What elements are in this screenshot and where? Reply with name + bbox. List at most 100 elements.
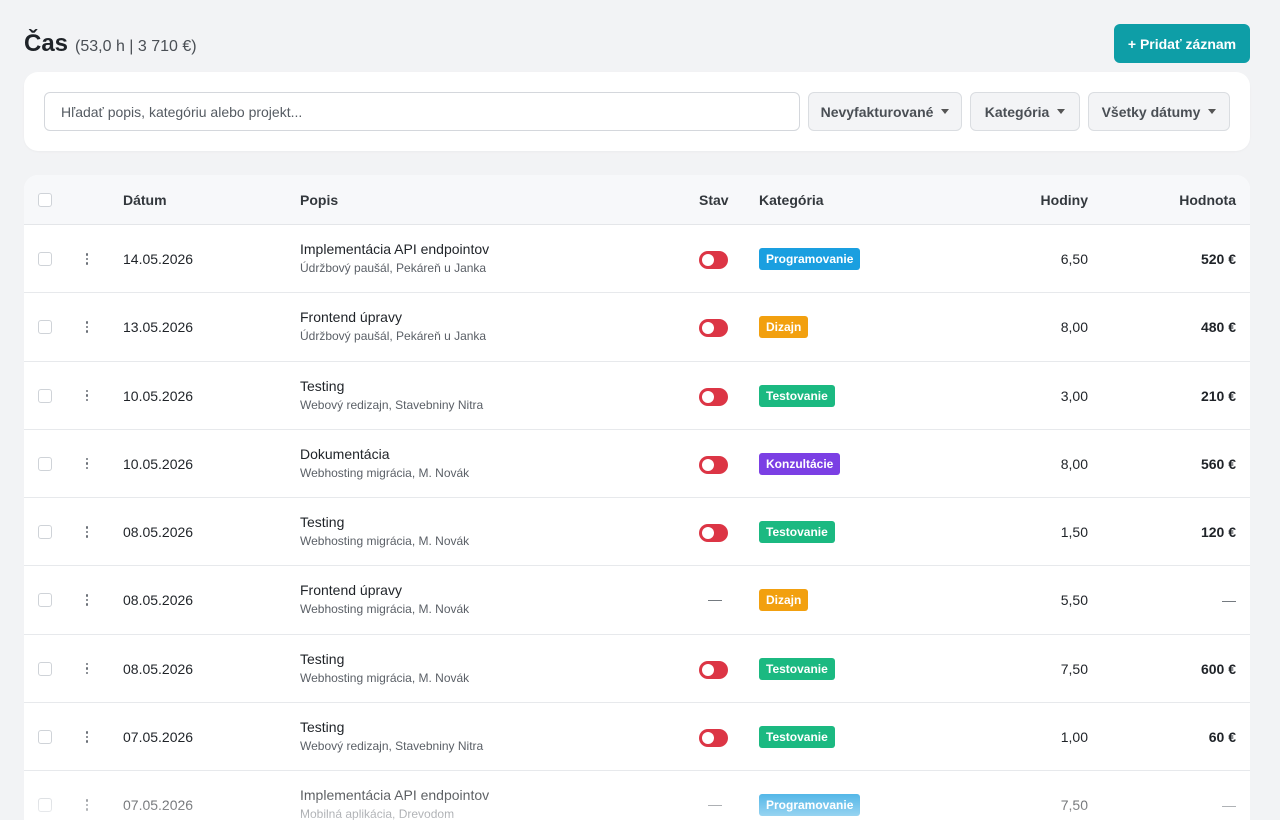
- table-body: 14.05.2026 Implementácia API endpointov Úd…: [24, 225, 1250, 820]
- entry-title: Implementácia API endpointov: [300, 787, 490, 804]
- column-status[interactable]: Stav: [699, 192, 729, 208]
- table-row[interactable]: 08.05.2026 Frontend úpravy Webhosting migr…: [24, 566, 1250, 635]
- entry-description: Testing Webový redizajn, Stavebniny Nitra: [300, 719, 483, 753]
- category-badge: Programovanie: [759, 794, 861, 817]
- page-title: Čas: [24, 30, 69, 57]
- column-description[interactable]: Popis: [300, 192, 338, 208]
- kebab-menu-icon[interactable]: [85, 594, 89, 606]
- page-header: Čas (53,0 h | 3 710 €) + Pridať záznam: [24, 0, 1250, 72]
- invoice-status-dropdown[interactable]: Nevyfakturované: [808, 92, 962, 131]
- entry-project: Webhosting migrácia, M. Novák: [300, 534, 470, 549]
- entry-hours: 3,00: [1060, 387, 1088, 404]
- invoiced-toggle[interactable]: [699, 729, 728, 748]
- table-row[interactable]: 13.05.2026 Frontend úpravy Údržbový paušál…: [24, 293, 1250, 362]
- entry-value: 480 €: [1200, 319, 1236, 336]
- add-entry-button[interactable]: + Pridať záznam: [1114, 24, 1250, 63]
- table-row[interactable]: 10.05.2026 Dokumentácia Webhosting migráci…: [24, 430, 1250, 499]
- category-badge: Dizajn: [759, 589, 809, 612]
- filter-bar: Nevyfakturované Kategória Všetky dátumy: [24, 72, 1250, 151]
- entry-hours: 7,50: [1060, 797, 1088, 814]
- date-range-label: Všetky dátumy: [1101, 103, 1201, 120]
- kebab-menu-icon[interactable]: [85, 526, 89, 538]
- entry-title: Dokumentácia: [300, 445, 390, 462]
- row-checkbox[interactable]: [38, 252, 52, 266]
- select-all-checkbox[interactable]: [38, 193, 52, 207]
- entry-hours: 6,50: [1060, 251, 1088, 267]
- kebab-menu-icon[interactable]: [85, 389, 89, 402]
- category-dropdown-label: Kategória: [984, 103, 1050, 120]
- entry-date: 10.05.2026: [123, 455, 194, 472]
- invoiced-toggle[interactable]: [699, 319, 728, 338]
- row-checkbox[interactable]: [38, 388, 52, 403]
- row-checkbox[interactable]: [38, 661, 52, 676]
- row-checkbox[interactable]: [38, 593, 52, 608]
- entry-date: 08.05.2026: [123, 592, 194, 609]
- entry-project: Webový redizajn, Stavebniny Nitra: [300, 739, 484, 754]
- kebab-menu-icon[interactable]: [85, 457, 89, 470]
- table-row[interactable]: 07.05.2026 Testing Webový redizajn, Staveb…: [24, 703, 1250, 772]
- kebab-menu-icon[interactable]: [85, 662, 89, 675]
- entry-title: Testing: [300, 377, 345, 394]
- invoiced-toggle[interactable]: [699, 660, 728, 679]
- entry-hours: 1,00: [1060, 729, 1088, 746]
- entry-hours: 5,50: [1060, 592, 1088, 609]
- invoiced-toggle[interactable]: [699, 455, 728, 474]
- kebab-menu-icon[interactable]: [85, 253, 89, 265]
- invoiced-toggle[interactable]: [699, 387, 728, 406]
- column-hours[interactable]: Hodiny: [1008, 192, 1088, 208]
- row-checkbox[interactable]: [38, 320, 52, 335]
- column-category[interactable]: Kategória: [759, 192, 824, 208]
- entry-project: Webhosting migrácia, M. Novák: [300, 465, 470, 480]
- entry-date: 10.05.2026: [123, 387, 194, 404]
- entry-value: 120 €: [1200, 524, 1236, 541]
- table-row[interactable]: 14.05.2026 Implementácia API endpointov Úd…: [24, 225, 1250, 294]
- entry-hours: 8,00: [1060, 455, 1088, 472]
- entry-value: 60 €: [1208, 729, 1236, 746]
- category-badge: Programovanie: [759, 248, 861, 270]
- category-badge: Konzultácie: [759, 452, 841, 475]
- table-row[interactable]: 07.05.2026 Implementácia API endpointov Mo…: [24, 771, 1250, 820]
- category-badge: Testovanie: [759, 657, 835, 680]
- category-badge: Dizajn: [759, 316, 809, 339]
- entry-date: 08.05.2026: [123, 524, 194, 541]
- entry-date: 08.05.2026: [123, 660, 194, 677]
- row-checkbox[interactable]: [38, 798, 52, 813]
- table-row[interactable]: 10.05.2026 Testing Webový redizajn, Staveb…: [24, 362, 1250, 430]
- kebab-menu-icon[interactable]: [85, 321, 89, 333]
- entry-project: Webhosting migrácia, M. Novák: [300, 670, 470, 685]
- time-entries-table: Dátum Popis Stav Kategória Hodiny Hodnot…: [24, 175, 1250, 820]
- search-field[interactable]: [44, 92, 800, 131]
- row-checkbox[interactable]: [38, 730, 52, 745]
- time-summary: (53,0 h | 3 710 €): [75, 38, 197, 55]
- table-row[interactable]: 08.05.2026 Testing Webhosting migrácia, M.…: [24, 498, 1250, 567]
- category-dropdown[interactable]: Kategória: [970, 92, 1080, 131]
- kebab-menu-icon[interactable]: [85, 799, 89, 811]
- entry-project: Údržbový paušál, Pekáreň u Janka: [300, 261, 487, 275]
- table-row[interactable]: 08.05.2026 Testing Webhosting migrácia, M.…: [24, 635, 1250, 704]
- entry-description: Testing Webový redizajn, Stavebniny Nitra: [300, 378, 483, 412]
- entry-hours: 8,00: [1060, 319, 1088, 336]
- date-range-dropdown[interactable]: Všetky dátumy: [1088, 92, 1230, 131]
- row-checkbox[interactable]: [38, 456, 52, 471]
- status-empty: —: [708, 591, 722, 608]
- entry-value: —: [1222, 797, 1236, 814]
- status-empty: —: [708, 796, 722, 813]
- column-date[interactable]: Dátum: [123, 192, 167, 208]
- entry-date: 07.05.2026: [123, 797, 194, 814]
- entry-project: Webový redizajn, Stavebniny Nitra: [300, 397, 484, 412]
- invoice-status-label: Nevyfakturované: [820, 103, 934, 120]
- caret-down-icon: [941, 109, 950, 114]
- entry-title: Implementácia API endpointov: [300, 241, 490, 257]
- entry-description: Testing Webhosting migrácia, M. Novák: [300, 651, 469, 685]
- entry-date: 14.05.2026: [123, 251, 194, 267]
- kebab-menu-icon[interactable]: [85, 731, 89, 743]
- search-input[interactable]: [61, 103, 783, 120]
- column-value[interactable]: Hodnota: [1136, 192, 1236, 208]
- entry-description: Frontend úpravy Údržbový paušál, Pekáreň …: [300, 309, 486, 343]
- row-checkbox[interactable]: [38, 525, 52, 540]
- invoiced-toggle[interactable]: [699, 251, 728, 269]
- entry-description: Frontend úpravy Webhosting migrácia, M. N…: [300, 582, 469, 616]
- invoiced-toggle[interactable]: [699, 524, 728, 543]
- entry-value: 560 €: [1200, 455, 1236, 472]
- category-badge: Testovanie: [759, 726, 835, 749]
